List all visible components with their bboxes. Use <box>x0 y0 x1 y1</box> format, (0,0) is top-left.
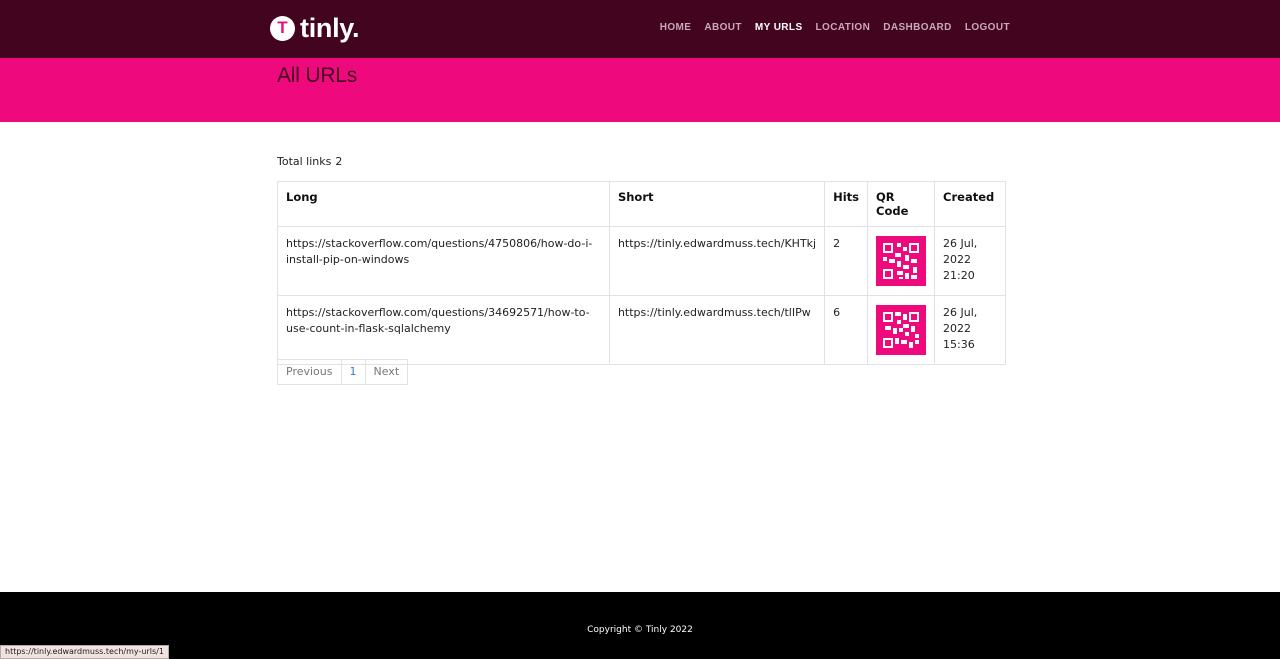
total-links-label: Total links <box>277 155 332 168</box>
cell-long-url: https://stackoverflow.com/questions/4750… <box>277 226 610 296</box>
brand-logo[interactable]: T tinly. <box>270 13 360 43</box>
nav-about[interactable]: ABOUT <box>704 22 742 33</box>
table-row: https://stackoverflow.com/questions/3469… <box>277 295 1006 365</box>
nav-home[interactable]: HOME <box>660 22 692 33</box>
logo-badge-icon: T <box>270 15 295 41</box>
page-header-banner: All URLs <box>0 58 1280 122</box>
nav-my-urls[interactable]: MY URLS <box>755 22 803 33</box>
page-title: All URLs <box>277 64 358 87</box>
cell-hits: 6 <box>824 295 869 365</box>
cell-hits: 2 <box>824 226 869 296</box>
pagination-next[interactable]: Next <box>365 359 409 385</box>
table-row: https://stackoverflow.com/questions/4750… <box>277 226 1006 296</box>
browser-status-bar: https://tinly.edwardmuss.tech/my-urls/1 <box>0 645 169 659</box>
main-nav: HOME ABOUT MY URLS LOCATION DASHBOARD LO… <box>647 22 1010 33</box>
short-url-link[interactable]: https://tinly.edwardmuss.tech/KHTkj <box>608 226 826 296</box>
top-navbar: T tinly. HOME ABOUT MY URLS LOCATION DAS… <box>0 0 1280 58</box>
urls-table: Long Short Hits QR Code Created https://… <box>277 181 1006 365</box>
header-created: Created <box>934 181 1006 227</box>
pagination-page-1[interactable]: 1 <box>341 359 366 385</box>
nav-logout[interactable]: LOGOUT <box>965 22 1010 33</box>
total-links: Total links 2 <box>277 155 342 168</box>
cell-created: 26 Jul, 2022 21:20 <box>934 226 1006 296</box>
footer: Copyright © Tinly 2022 <box>0 592 1280 659</box>
short-url-link[interactable]: https://tinly.edwardmuss.tech/tlIPw <box>608 295 826 365</box>
pagination: Previous 1 Next <box>277 359 409 385</box>
nav-location[interactable]: LOCATION <box>816 22 871 33</box>
footer-copyright: Copyright © Tinly 2022 <box>587 625 693 635</box>
header-short: Short <box>608 181 826 227</box>
table-header-row: Long Short Hits QR Code Created <box>277 181 1006 227</box>
cell-qr-code <box>867 226 936 296</box>
brand-name: tinly. <box>300 13 360 43</box>
qr-code-icon[interactable] <box>876 305 927 355</box>
cell-long-url: https://stackoverflow.com/questions/3469… <box>277 295 610 365</box>
header-hits: Hits <box>824 181 869 227</box>
cell-qr-code <box>867 295 936 365</box>
total-links-count: 2 <box>335 155 343 168</box>
pagination-previous[interactable]: Previous <box>277 359 342 385</box>
qr-code-icon[interactable] <box>876 236 927 286</box>
header-qr-code: QR Code <box>867 181 936 227</box>
cell-created: 26 Jul, 2022 15:36 <box>934 295 1006 365</box>
header-long: Long <box>277 181 610 227</box>
nav-dashboard[interactable]: DASHBOARD <box>883 22 952 33</box>
